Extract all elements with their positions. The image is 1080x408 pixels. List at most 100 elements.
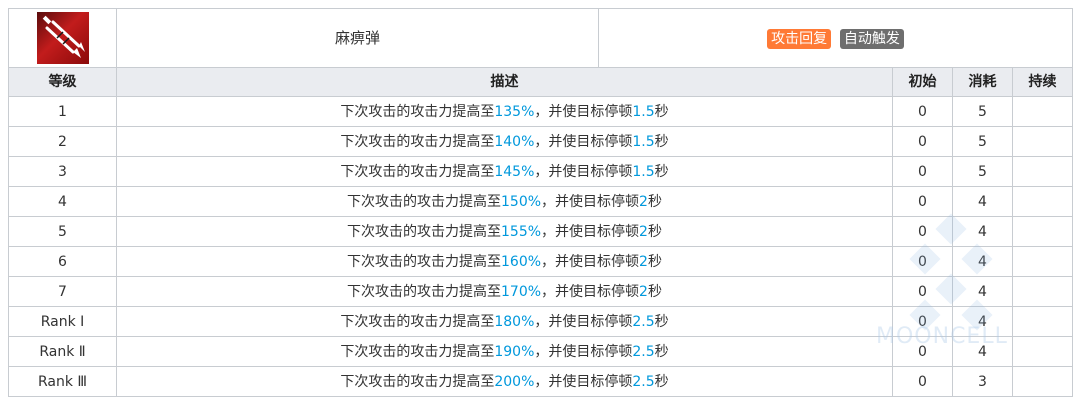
description-middle: ，并使目标停顿	[534, 163, 633, 180]
attack-value: 145%	[494, 163, 535, 180]
description-prefix: 下次攻击的攻击力提高至	[340, 163, 495, 180]
description-prefix: 下次攻击的攻击力提高至	[347, 223, 502, 240]
tag-auto-trigger: 自动触发	[839, 28, 904, 49]
attack-value: 200%	[494, 373, 535, 390]
description-suffix: 秒	[654, 343, 669, 360]
description-cell: 下次攻击的攻击力提高至190%，并使目标停顿2.5秒	[116, 336, 893, 367]
description-prefix: 下次攻击的攻击力提高至	[340, 343, 495, 360]
column-header-row: 等级 描述 初始 消耗 持续	[8, 67, 1074, 97]
description-suffix: 秒	[654, 373, 669, 390]
initial-cell: 0	[892, 126, 953, 157]
level-cell: 2	[8, 126, 117, 157]
description-cell: 下次攻击的攻击力提高至160%，并使目标停顿2秒	[116, 246, 893, 277]
table-row: Rank Ⅲ 下次攻击的攻击力提高至200%，并使目标停顿2.5秒 0 3	[8, 366, 1074, 397]
skill-panel: 麻痹弹 攻击回复 自动触发 等级 描述 初始 消耗 持续 1 下次攻击的攻击力提高…	[8, 8, 1078, 397]
description-middle: ，并使目标停顿	[534, 133, 633, 150]
level-cell: 1	[8, 96, 117, 127]
table-row: Rank Ⅰ 下次攻击的攻击力提高至180%，并使目标停顿2.5秒 0 4	[8, 306, 1074, 337]
stun-duration-value: 2.5	[632, 343, 655, 360]
table-row: 1 下次攻击的攻击力提高至135%，并使目标停顿1.5秒 0 5	[8, 96, 1074, 127]
initial-cell: 0	[892, 216, 953, 247]
attack-value: 170%	[501, 283, 542, 300]
description-middle: ，并使目标停顿	[534, 373, 633, 390]
cost-cell: 4	[952, 186, 1013, 217]
skill-header-row: 麻痹弹 攻击回复 自动触发	[8, 8, 1074, 68]
initial-cell: 0	[892, 246, 953, 277]
initial-cell: 0	[892, 186, 953, 217]
level-cell: Rank Ⅰ	[8, 306, 117, 337]
duration-cell	[1011, 246, 1074, 277]
description-cell: 下次攻击的攻击力提高至140%，并使目标停顿1.5秒	[116, 126, 893, 157]
skill-table: 麻痹弹 攻击回复 自动触发 等级 描述 初始 消耗 持续 1 下次攻击的攻击力提高…	[8, 8, 1074, 397]
duration-cell	[1011, 306, 1074, 337]
table-row: 3 下次攻击的攻击力提高至145%，并使目标停顿1.5秒 0 5	[8, 156, 1074, 187]
description-suffix: 秒	[647, 193, 662, 210]
stun-duration-value: 2	[639, 253, 648, 270]
duration-cell	[1011, 96, 1074, 127]
cost-cell: 5	[952, 156, 1013, 187]
col-header-cost: 消耗	[952, 67, 1013, 97]
stun-duration-value: 2	[639, 283, 648, 300]
duration-cell	[1011, 366, 1074, 397]
stun-duration-value: 1.5	[632, 133, 655, 150]
attack-value: 135%	[494, 103, 535, 120]
description-suffix: 秒	[654, 163, 669, 180]
description-middle: ，并使目标停顿	[534, 103, 633, 120]
level-cell: 4	[8, 186, 117, 217]
description-cell: 下次攻击的攻击力提高至170%，并使目标停顿2秒	[116, 276, 893, 307]
description-suffix: 秒	[647, 223, 662, 240]
cost-cell: 4	[952, 306, 1013, 337]
cost-cell: 4	[952, 336, 1013, 367]
description-middle: ，并使目标停顿	[534, 313, 633, 330]
col-header-level: 等级	[8, 67, 117, 97]
description-middle: ，并使目标停顿	[534, 343, 633, 360]
description-suffix: 秒	[654, 133, 669, 150]
description-suffix: 秒	[654, 103, 669, 120]
description-cell: 下次攻击的攻击力提高至135%，并使目标停顿1.5秒	[116, 96, 893, 127]
description-middle: ，并使目标停顿	[541, 223, 640, 240]
initial-cell: 0	[892, 96, 953, 127]
level-cell: 3	[8, 156, 117, 187]
attack-value: 150%	[501, 193, 542, 210]
initial-cell: 0	[892, 276, 953, 307]
description-middle: ，并使目标停顿	[541, 253, 640, 270]
description-middle: ，并使目标停顿	[541, 283, 640, 300]
description-cell: 下次攻击的攻击力提高至180%，并使目标停顿2.5秒	[116, 306, 893, 337]
description-cell: 下次攻击的攻击力提高至150%，并使目标停顿2秒	[116, 186, 893, 217]
skill-icon-cell	[8, 8, 117, 68]
level-cell: Rank Ⅱ	[8, 336, 117, 367]
stun-duration-value: 2.5	[632, 313, 655, 330]
description-cell: 下次攻击的攻击力提高至145%，并使目标停顿1.5秒	[116, 156, 893, 187]
duration-cell	[1011, 186, 1074, 217]
table-row: Rank Ⅱ 下次攻击的攻击力提高至190%，并使目标停顿2.5秒 0 4	[8, 336, 1074, 367]
duration-cell	[1011, 336, 1074, 367]
stun-duration-value: 1.5	[632, 103, 655, 120]
description-prefix: 下次攻击的攻击力提高至	[340, 373, 495, 390]
cost-cell: 5	[952, 126, 1013, 157]
table-row: 4 下次攻击的攻击力提高至150%，并使目标停顿2秒 0 4	[8, 186, 1074, 217]
initial-cell: 0	[892, 336, 953, 367]
description-suffix: 秒	[647, 253, 662, 270]
description-middle: ，并使目标停顿	[541, 193, 640, 210]
tag-auto-recovery: 攻击回复	[767, 28, 832, 49]
description-suffix: 秒	[647, 283, 662, 300]
level-cell: 5	[8, 216, 117, 247]
duration-cell	[1011, 276, 1074, 307]
duration-cell	[1011, 126, 1074, 157]
initial-cell: 0	[892, 306, 953, 337]
table-row: 5 下次攻击的攻击力提高至155%，并使目标停顿2秒 0 4	[8, 216, 1074, 247]
cost-cell: 3	[952, 366, 1013, 397]
attack-value: 160%	[501, 253, 542, 270]
level-cell: 7	[8, 276, 117, 307]
level-cell: Rank Ⅲ	[8, 366, 117, 397]
description-prefix: 下次攻击的攻击力提高至	[347, 283, 502, 300]
table-row: 2 下次攻击的攻击力提高至140%，并使目标停顿1.5秒 0 5	[8, 126, 1074, 157]
initial-cell: 0	[892, 366, 953, 397]
description-prefix: 下次攻击的攻击力提高至	[340, 313, 495, 330]
table-row: 6 下次攻击的攻击力提高至160%，并使目标停顿2秒 0 4	[8, 246, 1074, 277]
description-prefix: 下次攻击的攻击力提高至	[347, 253, 502, 270]
attack-value: 140%	[494, 133, 535, 150]
description-cell: 下次攻击的攻击力提高至200%，并使目标停顿2.5秒	[116, 366, 893, 397]
attack-value: 190%	[494, 343, 535, 360]
tranquilizer-darts-icon	[36, 12, 89, 64]
